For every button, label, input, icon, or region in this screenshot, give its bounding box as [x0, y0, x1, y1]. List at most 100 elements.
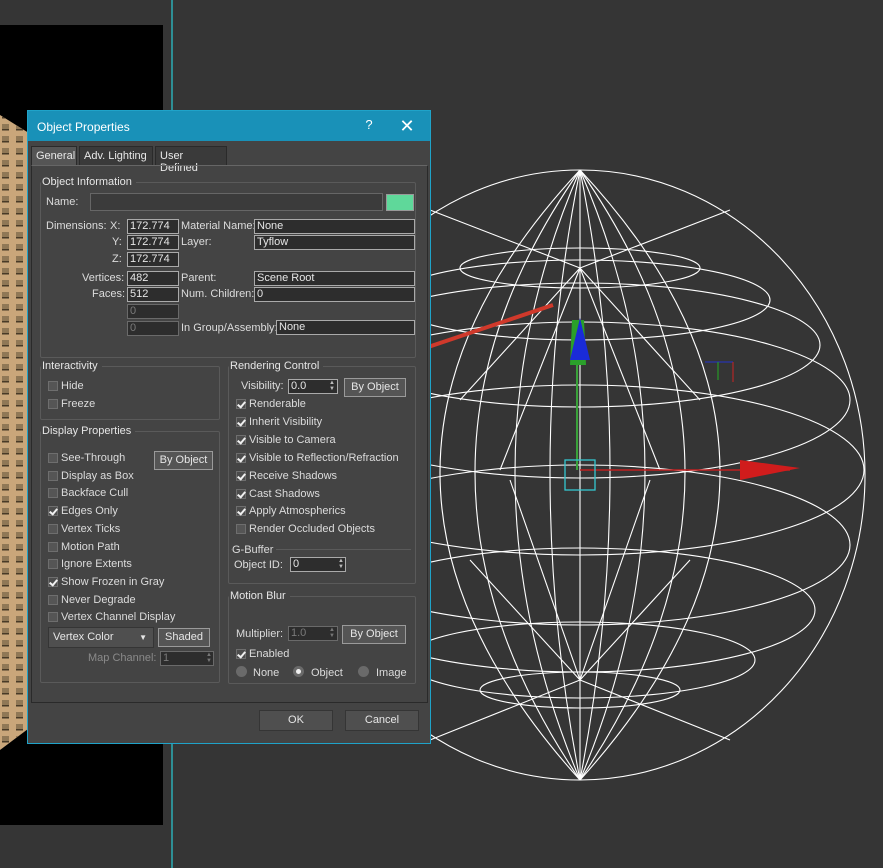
visibility-spinner[interactable]: ▲ ▼: [328, 380, 336, 393]
object-properties-dialog: Object Properties ? ✕ General Adv. Light…: [27, 110, 431, 744]
name-input[interactable]: [90, 193, 383, 211]
checkbox[interactable]: [48, 453, 58, 463]
blur-none-label: None: [253, 667, 280, 679]
freeze-checkbox[interactable]: [48, 399, 58, 409]
dialog-titlebar[interactable]: Object Properties ? ✕: [28, 111, 430, 141]
checkbox-label: Vertex Channel Display: [61, 611, 176, 623]
tab-adv-lighting[interactable]: Adv. Lighting: [79, 146, 153, 165]
num-children-label: Num. Children:: [181, 288, 255, 300]
checkbox[interactable]: [48, 577, 58, 587]
checkbox[interactable]: [236, 435, 246, 445]
shaded-button[interactable]: Shaded: [158, 628, 210, 647]
freeze-label: Freeze: [61, 398, 96, 410]
checkbox[interactable]: [48, 542, 58, 552]
hide-label: Hide: [61, 380, 84, 392]
checkbox[interactable]: [236, 471, 246, 481]
group-assembly-label: In Group/Assembly:: [181, 322, 278, 334]
visibility-label: Visibility:: [241, 380, 284, 392]
visibility-by-object-button[interactable]: By Object: [344, 378, 406, 397]
checkbox-label: Visible to Reflection/Refraction: [249, 452, 399, 464]
checkbox-label: Render Occluded Objects: [249, 523, 375, 535]
faces-value: 512: [127, 287, 179, 302]
blur-none-radio[interactable]: [236, 666, 247, 677]
layer-value: Tyflow: [254, 235, 415, 250]
group-title: Display Properties: [41, 425, 136, 437]
map-channel-label: Map Channel:: [88, 652, 157, 664]
dimension-y-value: 172.774: [127, 235, 179, 250]
checkbox[interactable]: [236, 453, 246, 463]
dimension-x-value: 172.774: [127, 219, 179, 234]
checkbox[interactable]: [48, 506, 58, 516]
checkbox-label: Never Degrade: [61, 594, 136, 606]
faces-label: Faces:: [92, 288, 126, 300]
interactivity-group: Interactivity: [40, 360, 220, 420]
parent-value: Scene Root: [254, 271, 415, 286]
blur-object-radio[interactable]: [293, 666, 304, 677]
vertex-color-dropdown[interactable]: Vertex Color ▼: [48, 627, 154, 648]
help-button[interactable]: ?: [359, 117, 379, 135]
group-assembly-value: None: [276, 320, 415, 335]
tab-general[interactable]: General: [31, 146, 77, 165]
checkbox-label: Backface Cull: [61, 487, 129, 499]
dimensions-label: Dimensions:: [46, 220, 107, 232]
checkbox-label: Display as Box: [61, 470, 134, 482]
parent-label: Parent:: [181, 272, 217, 284]
checkbox[interactable]: [48, 524, 58, 534]
checkbox-label: See-Through: [61, 452, 126, 464]
blur-image-radio[interactable]: [358, 666, 369, 677]
checkbox[interactable]: [236, 489, 246, 499]
checkbox-label: Edges Only: [61, 505, 118, 517]
checkbox[interactable]: [48, 488, 58, 498]
dimension-z-value: 172.774: [127, 252, 179, 267]
checkbox-label: Inherit Visibility: [249, 416, 323, 428]
material-name-label: Material Name:: [181, 220, 256, 232]
checkbox-label: Ignore Extents: [61, 558, 132, 570]
num-children-value: 0: [254, 287, 415, 302]
layer-label: Layer:: [181, 236, 212, 248]
checkbox[interactable]: [48, 559, 58, 569]
checkbox[interactable]: [236, 399, 246, 409]
checkbox[interactable]: [236, 506, 246, 516]
checkbox[interactable]: [48, 612, 58, 622]
display-by-object-button[interactable]: By Object: [154, 451, 213, 470]
checkbox-label: Visible to Camera: [249, 434, 336, 446]
checkbox[interactable]: [236, 417, 246, 427]
tab-user-defined[interactable]: User Defined: [155, 146, 227, 174]
extra-count-2: 0: [127, 321, 179, 336]
cancel-button[interactable]: Cancel: [345, 710, 419, 731]
group-title: Rendering Control: [229, 360, 324, 372]
motion-blur-by-object-button[interactable]: By Object: [342, 625, 406, 644]
checkbox-label: Vertex Ticks: [61, 523, 121, 535]
multiplier-spinner[interactable]: ▲ ▼: [328, 627, 336, 640]
hide-checkbox[interactable]: [48, 381, 58, 391]
dialog-title: Object Properties: [37, 120, 130, 134]
chevron-down-icon: ▼: [139, 633, 147, 642]
motion-blur-enabled-label: Enabled: [249, 648, 290, 660]
group-title: Interactivity: [41, 360, 102, 372]
object-id-label: Object ID:: [234, 559, 283, 571]
z-label: Z:: [112, 253, 122, 265]
map-channel-spinner[interactable]: ▲ ▼: [205, 652, 213, 665]
checkbox[interactable]: [48, 471, 58, 481]
checkbox[interactable]: [48, 595, 58, 605]
checkbox-label: Apply Atmospherics: [249, 505, 346, 517]
group-title: Motion Blur: [229, 590, 290, 602]
checkbox-label: Renderable: [249, 398, 306, 410]
motion-blur-enabled-checkbox[interactable]: [236, 649, 246, 659]
gbuffer-title: G-Buffer: [232, 544, 277, 556]
object-color-swatch[interactable]: [386, 194, 414, 211]
blur-image-label: Image: [376, 667, 407, 679]
group-title: Object Information: [41, 176, 136, 188]
checkbox[interactable]: [236, 524, 246, 534]
checkbox-label: Show Frozen in Gray: [61, 576, 165, 588]
multiplier-label: Multiplier:: [236, 628, 284, 640]
checkbox-label: Motion Path: [61, 541, 120, 553]
close-icon[interactable]: ✕: [394, 114, 420, 138]
vertices-value: 482: [127, 271, 179, 286]
object-id-spinner[interactable]: ▲ ▼: [337, 558, 345, 571]
ok-button[interactable]: OK: [259, 710, 333, 731]
vertex-color-value: Vertex Color: [53, 631, 114, 643]
blur-object-label: Object: [311, 667, 343, 679]
checkbox-label: Cast Shadows: [249, 488, 320, 500]
x-label: X:: [110, 220, 121, 232]
